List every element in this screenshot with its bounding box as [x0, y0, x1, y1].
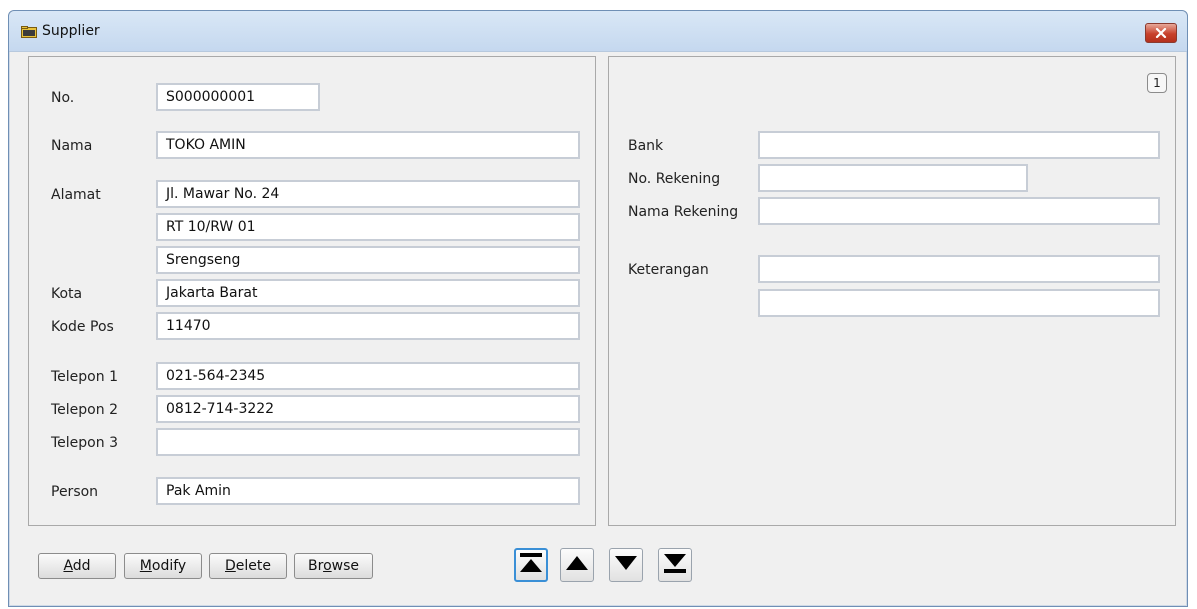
telepon-2-label: Telepon 2	[51, 402, 118, 418]
delete-accesskey: D	[225, 558, 236, 574]
keterangan-field-2[interactable]	[758, 289, 1160, 317]
previous-record-button[interactable]	[560, 548, 594, 582]
next-record-icon	[614, 554, 638, 576]
previous-record-icon	[565, 554, 589, 576]
add-button[interactable]: Add	[38, 553, 116, 579]
telepon-3-label: Telepon 3	[51, 435, 118, 451]
no-rekening-label: No. Rekening	[628, 171, 721, 187]
delete-button[interactable]: Delete	[209, 553, 287, 579]
first-record-button[interactable]	[514, 548, 548, 582]
nama-rekening-field[interactable]	[758, 197, 1160, 225]
page-indicator: 1	[1147, 73, 1167, 93]
add-label: dd	[72, 558, 91, 574]
person-field[interactable]: Pak Amin	[156, 477, 580, 505]
modify-accesskey: M	[139, 558, 152, 574]
last-record-icon	[663, 552, 687, 578]
add-accesskey: A	[63, 558, 73, 574]
telepon-2-field[interactable]: 0812-714-3222	[156, 395, 580, 423]
no-rekening-field[interactable]	[758, 164, 1028, 192]
nama-field[interactable]: TOKO AMIN	[156, 131, 580, 159]
no-label: No.	[51, 90, 75, 106]
title-bar: Supplier	[9, 11, 1187, 52]
folder-icon	[21, 26, 37, 38]
alamat-field-3[interactable]: Srengseng	[156, 246, 580, 274]
telepon-1-field[interactable]: 021-564-2345	[156, 362, 580, 390]
alamat-label: Alamat	[51, 187, 101, 203]
no-field[interactable]: S000000001	[156, 83, 320, 111]
close-icon	[1155, 28, 1167, 38]
next-record-button[interactable]	[609, 548, 643, 582]
window-title: Supplier	[42, 23, 100, 39]
browse-button[interactable]: Browse	[294, 553, 373, 579]
kode-pos-field[interactable]: 11470	[156, 312, 580, 340]
first-record-icon	[519, 552, 543, 578]
keterangan-label: Keterangan	[628, 262, 709, 278]
telepon-1-label: Telepon 1	[51, 369, 118, 385]
alamat-field-2[interactable]: RT 10/RW 01	[156, 213, 580, 241]
modify-button[interactable]: Modify	[124, 553, 202, 579]
modify-label: odify	[151, 558, 187, 574]
kota-field[interactable]: Jakarta Barat	[156, 279, 580, 307]
browse-label-start: Br	[308, 558, 324, 574]
last-record-button[interactable]	[658, 548, 692, 582]
delete-label: elete	[235, 558, 271, 574]
keterangan-field-1[interactable]	[758, 255, 1160, 283]
browse-label-end: wse	[331, 558, 359, 574]
alamat-field-1[interactable]: Jl. Mawar No. 24	[156, 180, 580, 208]
telepon-3-field[interactable]	[156, 428, 580, 456]
bank-label: Bank	[628, 138, 664, 154]
person-label: Person	[51, 484, 99, 500]
close-button[interactable]	[1145, 23, 1177, 43]
browse-accesskey: o	[323, 558, 332, 574]
nama-label: Nama	[51, 138, 93, 154]
bank-field[interactable]	[758, 131, 1160, 159]
kota-label: Kota	[51, 286, 83, 302]
nama-rekening-label: Nama Rekening	[628, 204, 739, 220]
kode-pos-label: Kode Pos	[51, 319, 114, 335]
